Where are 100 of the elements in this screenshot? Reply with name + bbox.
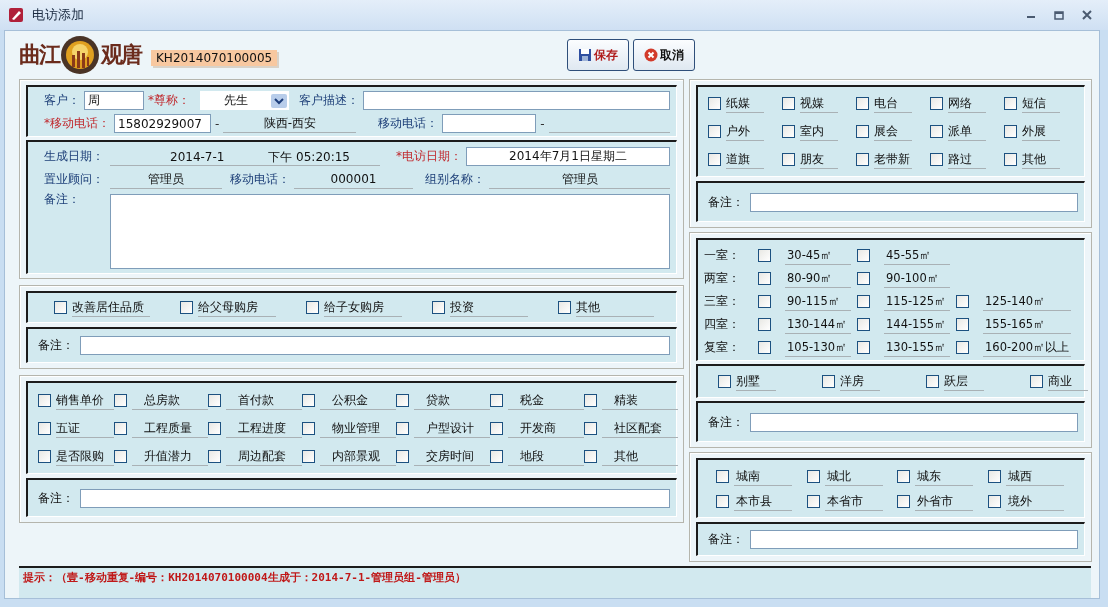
checkbox-label[interactable]: 90-115㎡ bbox=[785, 291, 851, 311]
checkbox[interactable] bbox=[1004, 97, 1017, 110]
checkbox-label[interactable]: 道旗 bbox=[726, 150, 764, 169]
checkbox[interactable] bbox=[806, 469, 820, 483]
checkbox-label[interactable]: 90-100㎡ bbox=[884, 268, 950, 288]
checkbox-label[interactable]: 路过 bbox=[948, 150, 986, 169]
checkbox[interactable] bbox=[930, 125, 943, 138]
checkbox-label[interactable]: 电台 bbox=[874, 94, 912, 113]
note-field[interactable] bbox=[750, 530, 1078, 549]
checkbox[interactable] bbox=[1004, 153, 1017, 166]
checkbox-label[interactable]: 别墅 bbox=[736, 372, 776, 391]
visit-date-field[interactable]: 2014年7月1日星期二 bbox=[466, 147, 670, 166]
checkbox-label[interactable]: 给父母购房 bbox=[198, 298, 276, 317]
checkbox[interactable] bbox=[857, 271, 870, 285]
checkbox[interactable] bbox=[782, 97, 795, 110]
checkbox-label[interactable]: 短信 bbox=[1022, 94, 1060, 113]
checkbox-label[interactable]: 室内 bbox=[800, 122, 838, 141]
checkbox[interactable] bbox=[856, 125, 869, 138]
maximize-icon[interactable] bbox=[1054, 10, 1064, 20]
checkbox[interactable] bbox=[54, 301, 67, 314]
checkbox[interactable] bbox=[716, 494, 729, 508]
checkbox-label[interactable]: 户外 bbox=[726, 122, 764, 141]
checkbox-label[interactable]: 洋房 bbox=[840, 372, 880, 391]
checkbox[interactable] bbox=[956, 294, 969, 308]
checkbox[interactable] bbox=[857, 294, 870, 308]
checkbox-label[interactable]: 144-155㎡ bbox=[884, 314, 950, 334]
checkbox-label[interactable]: 125-140㎡ bbox=[983, 291, 1071, 311]
checkbox[interactable] bbox=[114, 393, 127, 407]
checkbox-label[interactable]: 改善居住品质 bbox=[72, 298, 150, 317]
note-field[interactable] bbox=[750, 192, 1078, 212]
checkbox-label[interactable]: 网络 bbox=[948, 94, 986, 113]
customer-description-field[interactable] bbox=[363, 91, 670, 110]
checkbox-label[interactable]: 城西 bbox=[1005, 466, 1064, 486]
checkbox[interactable] bbox=[708, 97, 721, 110]
checkbox-label[interactable]: 外展 bbox=[1022, 122, 1060, 141]
checkbox-label[interactable]: 本省市 bbox=[824, 491, 883, 511]
checkbox[interactable] bbox=[758, 317, 771, 331]
checkbox-label[interactable]: 投资 bbox=[450, 298, 528, 317]
checkbox-label[interactable]: 80-90㎡ bbox=[785, 268, 851, 288]
checkbox[interactable] bbox=[584, 393, 597, 407]
checkbox[interactable] bbox=[1004, 125, 1017, 138]
note-field[interactable] bbox=[80, 336, 670, 355]
checkbox[interactable] bbox=[857, 248, 870, 262]
checkbox[interactable] bbox=[306, 301, 319, 314]
checkbox-label[interactable]: 160-200㎡以上 bbox=[983, 337, 1071, 357]
checkbox[interactable] bbox=[208, 421, 221, 435]
checkbox-label[interactable]: 城南 bbox=[734, 466, 792, 486]
checkbox[interactable] bbox=[180, 301, 193, 314]
checkbox[interactable] bbox=[718, 375, 731, 388]
checkbox[interactable] bbox=[558, 301, 571, 314]
checkbox[interactable] bbox=[930, 153, 943, 166]
note-field[interactable] bbox=[750, 412, 1078, 432]
checkbox[interactable] bbox=[857, 317, 870, 331]
checkbox[interactable] bbox=[926, 375, 939, 388]
checkbox[interactable] bbox=[758, 340, 771, 354]
checkbox-label[interactable]: 155-165㎡ bbox=[983, 314, 1071, 334]
checkbox[interactable] bbox=[956, 340, 969, 354]
checkbox[interactable] bbox=[1030, 375, 1043, 388]
cancel-button[interactable]: 取消 bbox=[633, 39, 696, 71]
checkbox[interactable] bbox=[897, 469, 910, 483]
note-field[interactable] bbox=[110, 194, 670, 269]
checkbox[interactable] bbox=[856, 97, 869, 110]
checkbox-label[interactable]: 商业 bbox=[1048, 372, 1088, 391]
checkbox[interactable] bbox=[208, 449, 221, 463]
checkbox-label[interactable]: 其他 bbox=[602, 446, 678, 466]
checkbox[interactable] bbox=[490, 421, 503, 435]
checkbox[interactable] bbox=[302, 449, 315, 463]
checkbox[interactable] bbox=[897, 494, 910, 508]
checkbox[interactable] bbox=[114, 421, 127, 435]
save-button[interactable]: 保存 bbox=[567, 39, 630, 71]
salutation-dropdown[interactable]: 先生 bbox=[200, 91, 289, 110]
checkbox[interactable] bbox=[987, 469, 1001, 483]
checkbox[interactable] bbox=[396, 393, 409, 407]
checkbox[interactable] bbox=[716, 469, 729, 483]
close-icon[interactable] bbox=[1082, 10, 1092, 20]
mobile-phone-field[interactable] bbox=[442, 114, 537, 133]
checkbox[interactable] bbox=[758, 271, 771, 285]
checkbox[interactable] bbox=[432, 301, 445, 314]
checkbox[interactable] bbox=[584, 449, 597, 463]
checkbox[interactable] bbox=[396, 449, 409, 463]
checkbox[interactable] bbox=[38, 421, 51, 435]
checkbox[interactable] bbox=[806, 494, 820, 508]
checkbox-label[interactable]: 130-144㎡ bbox=[785, 314, 851, 334]
checkbox-label[interactable]: 城东 bbox=[915, 466, 973, 486]
checkbox-label[interactable]: 给子女购房 bbox=[324, 298, 402, 317]
checkbox[interactable] bbox=[930, 97, 943, 110]
checkbox-label[interactable]: 派单 bbox=[948, 122, 986, 141]
checkbox[interactable] bbox=[208, 393, 221, 407]
checkbox[interactable] bbox=[708, 125, 721, 138]
checkbox[interactable] bbox=[782, 125, 795, 138]
checkbox-label[interactable]: 本市县 bbox=[734, 491, 792, 511]
checkbox[interactable] bbox=[114, 449, 127, 463]
checkbox-label[interactable]: 30-45㎡ bbox=[785, 245, 851, 265]
checkbox[interactable] bbox=[302, 421, 315, 435]
note-field[interactable] bbox=[80, 488, 670, 508]
checkbox[interactable] bbox=[956, 317, 969, 331]
checkbox-label[interactable]: 视媒 bbox=[800, 94, 838, 113]
checkbox-label[interactable]: 朋友 bbox=[800, 150, 838, 169]
checkbox[interactable] bbox=[758, 248, 771, 262]
checkbox-label[interactable]: 境外 bbox=[1005, 491, 1064, 511]
